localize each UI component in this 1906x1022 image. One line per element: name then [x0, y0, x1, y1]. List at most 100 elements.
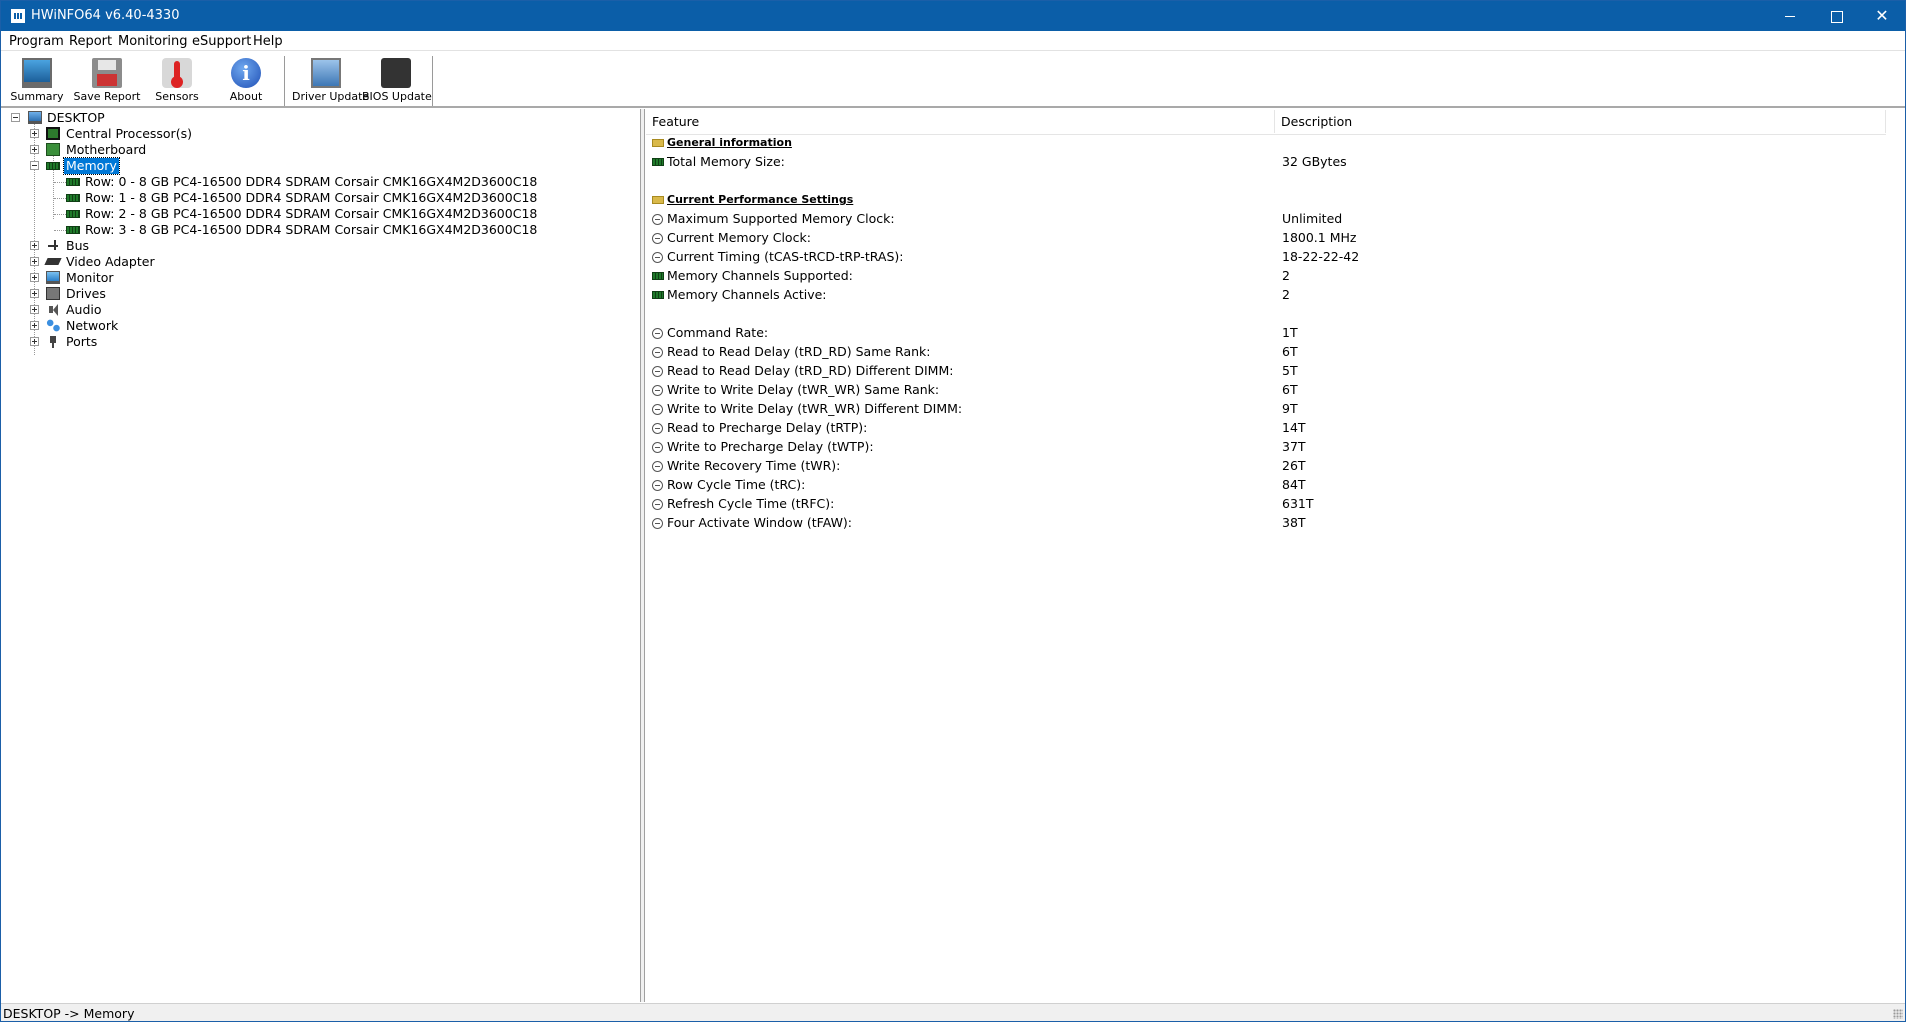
- memory-module-icon: [66, 178, 80, 186]
- feature-label: Read to Read Delay (tRD_RD) Different DI…: [667, 363, 954, 378]
- tree-item-video-adapter[interactable]: Video Adapter: [2, 254, 402, 270]
- feature-value: 38T: [1282, 515, 1306, 530]
- device-tree[interactable]: DESKTOP Central Processor(s) Motherboard…: [2, 109, 641, 1002]
- tree-item-ports[interactable]: Ports: [2, 334, 402, 350]
- list-item[interactable]: Total Memory Size: 32 GBytes: [646, 153, 1886, 171]
- feature-value: 2: [1282, 287, 1290, 302]
- toolbar-separator: [284, 56, 285, 106]
- list-item[interactable]: Refresh Cycle Time (tRFC): 631T: [646, 495, 1886, 513]
- minimize-button[interactable]: [1767, 1, 1813, 31]
- summary-button[interactable]: Summary: [3, 54, 71, 106]
- tree-item-memory-row[interactable]: Row: 1 - 8 GB PC4-16500 DDR4 SDRAM Corsa…: [2, 190, 537, 206]
- tree-line: [54, 214, 66, 215]
- tree-item-audio[interactable]: Audio: [2, 302, 402, 318]
- tree-item-bus[interactable]: Bus: [2, 238, 402, 254]
- tree-item-monitor[interactable]: Monitor: [2, 270, 402, 286]
- tree-item-memory-row[interactable]: Row: 3 - 8 GB PC4-16500 DDR4 SDRAM Corsa…: [2, 222, 537, 238]
- feature-label: Write to Write Delay (tWR_WR) Same Rank:: [667, 382, 940, 397]
- tree-item-cpu[interactable]: Central Processor(s): [2, 126, 402, 142]
- memory-module-icon: [66, 226, 80, 234]
- tree-label-motherboard: Motherboard: [66, 142, 147, 157]
- clock-icon: [652, 347, 663, 358]
- expand-toggle[interactable]: [30, 337, 39, 346]
- list-item[interactable]: Read to Read Delay (tRD_RD) Same Rank: 6…: [646, 343, 1886, 361]
- driver-update-button[interactable]: Driver Update: [292, 54, 369, 106]
- status-path: DESKTOP -> Memory: [3, 1006, 135, 1021]
- expand-toggle[interactable]: [30, 257, 39, 266]
- tree-line: [54, 230, 66, 231]
- list-item[interactable]: Current Timing (tCAS-tRCD-tRP-tRAS): 18-…: [646, 248, 1886, 266]
- column-header-description[interactable]: Description: [1275, 110, 1886, 133]
- tree-label-ports: Ports: [66, 334, 98, 349]
- bios-update-button[interactable]: BIOS Update: [362, 54, 432, 106]
- memory-icon: [652, 272, 664, 280]
- menu-esupport[interactable]: eSupport: [192, 34, 251, 49]
- feature-label: Write Recovery Time (tWR):: [667, 458, 841, 473]
- collapse-toggle[interactable]: [11, 113, 20, 122]
- list-item[interactable]: Memory Channels Supported: 2: [646, 267, 1886, 285]
- tree-item-network[interactable]: Network: [2, 318, 402, 334]
- menu-program[interactable]: Program: [9, 34, 64, 49]
- tree-item-memory-row[interactable]: Row: 0 - 8 GB PC4-16500 DDR4 SDRAM Corsa…: [2, 174, 537, 190]
- tree-item-drives[interactable]: Drives: [2, 286, 402, 302]
- tree-item-memory-row[interactable]: Row: 2 - 8 GB PC4-16500 DDR4 SDRAM Corsa…: [2, 206, 537, 222]
- section-performance: Current Performance Settings: [646, 191, 1886, 209]
- menu-bar: Program Report Monitoring eSupport Help: [1, 31, 1905, 51]
- toolbar-separator: [432, 56, 433, 106]
- menu-help[interactable]: Help: [253, 34, 283, 49]
- bios-update-label: BIOS Update: [362, 90, 432, 103]
- menu-report[interactable]: Report: [69, 34, 112, 49]
- list-item[interactable]: Read to Read Delay (tRD_RD) Different DI…: [646, 362, 1886, 380]
- tree-item-desktop[interactable]: DESKTOP: [2, 110, 402, 126]
- expand-toggle[interactable]: [30, 273, 39, 282]
- memory-icon: [652, 158, 664, 166]
- expand-toggle[interactable]: [30, 129, 39, 138]
- feature-value: 6T: [1282, 382, 1298, 397]
- list-item[interactable]: Write to Write Delay (tWR_WR) Different …: [646, 400, 1886, 418]
- tree-label-drives: Drives: [66, 286, 106, 301]
- feature-label: Write to Precharge Delay (tWTP):: [667, 439, 874, 454]
- list-item[interactable]: Write Recovery Time (tWR): 26T: [646, 457, 1886, 475]
- feature-label: Read to Precharge Delay (tRTP):: [667, 420, 868, 435]
- list-item[interactable]: Four Activate Window (tFAW): 38T: [646, 514, 1886, 532]
- thermometer-icon: [162, 58, 192, 88]
- feature-label: Four Activate Window (tFAW):: [667, 515, 853, 530]
- pane-splitter[interactable]: [641, 109, 645, 1002]
- column-header-feature[interactable]: Feature: [646, 110, 1275, 133]
- list-item[interactable]: Read to Precharge Delay (tRTP): 14T: [646, 419, 1886, 437]
- tree-label-desktop: DESKTOP: [47, 110, 105, 125]
- close-button[interactable]: ✕: [1859, 1, 1905, 31]
- feature-label: Total Memory Size:: [667, 154, 785, 169]
- expand-toggle[interactable]: [30, 321, 39, 330]
- section-general: General information: [646, 134, 1886, 152]
- details-list[interactable]: Feature Description General information …: [646, 109, 1905, 1002]
- save-report-button[interactable]: Save Report: [73, 54, 141, 106]
- expand-toggle[interactable]: [30, 305, 39, 314]
- motherboard-icon: [46, 143, 60, 156]
- floppy-disk-icon: [92, 58, 122, 88]
- collapse-toggle[interactable]: [30, 161, 39, 170]
- expand-toggle[interactable]: [30, 145, 39, 154]
- resize-grip-icon[interactable]: [1893, 1009, 1903, 1019]
- memory-module-icon: [66, 194, 80, 202]
- list-item[interactable]: Row Cycle Time (tRC): 84T: [646, 476, 1886, 494]
- section-icon: [652, 139, 664, 147]
- list-item[interactable]: Command Rate: 1T: [646, 324, 1886, 342]
- feature-label: Write to Write Delay (tWR_WR) Different …: [667, 401, 963, 416]
- list-item[interactable]: Write to Write Delay (tWR_WR) Same Rank:…: [646, 381, 1886, 399]
- expand-toggle[interactable]: [30, 241, 39, 250]
- sensors-button[interactable]: Sensors: [143, 54, 211, 106]
- menu-monitoring[interactable]: Monitoring: [118, 34, 188, 49]
- about-label: About: [229, 90, 263, 103]
- maximize-button[interactable]: [1813, 1, 1859, 31]
- list-item[interactable]: Current Memory Clock: 1800.1 MHz: [646, 229, 1886, 247]
- list-item[interactable]: Maximum Supported Memory Clock: Unlimite…: [646, 210, 1886, 228]
- expand-toggle[interactable]: [30, 289, 39, 298]
- list-item[interactable]: Write to Precharge Delay (tWTP): 37T: [646, 438, 1886, 456]
- about-button[interactable]: i About: [212, 54, 280, 106]
- status-bar: DESKTOP -> Memory: [1, 1003, 1905, 1021]
- tree-item-memory[interactable]: Memory: [2, 157, 402, 175]
- tree-item-motherboard[interactable]: Motherboard: [2, 142, 402, 158]
- tree-line: [54, 182, 66, 183]
- list-item[interactable]: Memory Channels Active: 2: [646, 286, 1886, 304]
